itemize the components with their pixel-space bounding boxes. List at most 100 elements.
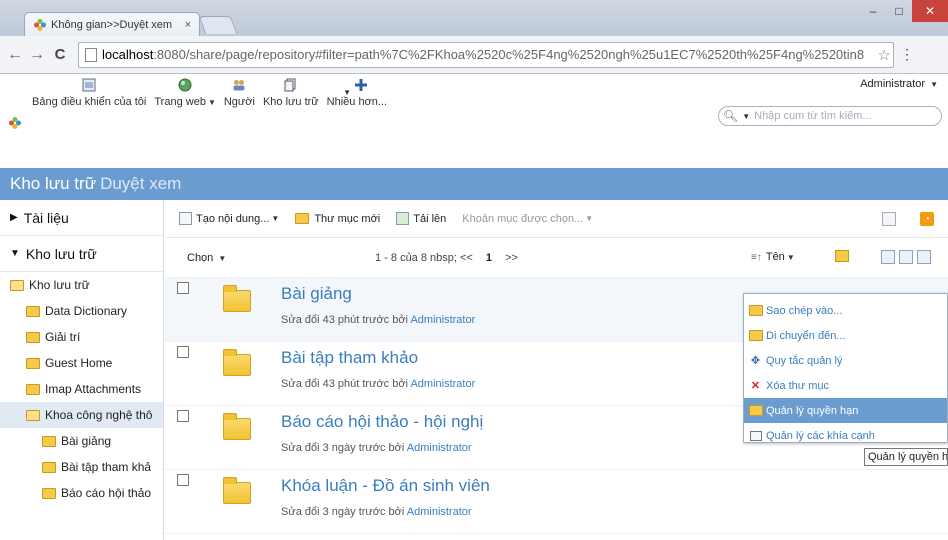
sidebar-section-repository[interactable]: ▼ Kho lưu trữ bbox=[0, 236, 163, 272]
plus-icon bbox=[354, 78, 368, 92]
tree-item-root[interactable]: Kho lưu trữ bbox=[0, 272, 163, 298]
menu-item-label: Quản lý quyền hạn bbox=[766, 404, 859, 417]
search-input[interactable]: Nhập cụm từ tìm kiếm... bbox=[754, 110, 871, 122]
close-window-button[interactable]: ✕ bbox=[912, 0, 948, 22]
row-checkbox[interactable] bbox=[177, 410, 189, 422]
delete-folder-icon: ✕ bbox=[750, 380, 761, 392]
search-box[interactable]: 🔍︎ ▼ Nhập cụm từ tìm kiếm... bbox=[718, 106, 942, 126]
tree-item[interactable]: Bài tập tham khả bbox=[0, 454, 163, 480]
nav-repository[interactable]: Kho lưu trữ bbox=[263, 78, 319, 108]
chevron-down-icon[interactable]: ▼ bbox=[742, 112, 750, 121]
menu-item-delete[interactable]: ✕ Xóa thư mục bbox=[744, 373, 947, 398]
paging-info[interactable]: 1 - 8 của 8 nbsp; << bbox=[375, 252, 473, 264]
new-tab-button[interactable] bbox=[198, 16, 238, 34]
tree-item[interactable]: Bài giảng bbox=[0, 428, 163, 454]
bookmark-star-icon[interactable]: ☆ bbox=[874, 45, 891, 64]
repository-icon bbox=[284, 78, 298, 92]
menu-item-rules[interactable]: ✥ Quy tắc quản lý bbox=[744, 348, 947, 373]
upload-button[interactable]: Tải lên bbox=[396, 212, 446, 225]
list-item[interactable]: Khóa luận - Đồ án sinh viên Sửa đổi 3 ng… bbox=[165, 470, 948, 534]
selected-items-button[interactable]: Khoản mục được chọn... ▼ bbox=[462, 213, 593, 225]
nav-more[interactable]: Nhiều hơn... ▼ bbox=[327, 78, 395, 108]
item-meta: Sửa đổi 3 ngày trước bởi Administrator bbox=[281, 506, 472, 518]
next-page-link[interactable]: >> bbox=[505, 252, 518, 264]
folder-icon bbox=[26, 305, 40, 317]
nav-sites[interactable]: Trang web ▼ bbox=[154, 78, 216, 108]
nav-sites-label: Trang web bbox=[154, 96, 206, 108]
folder-icon bbox=[42, 487, 56, 499]
folder-icon[interactable] bbox=[223, 477, 251, 504]
people-icon bbox=[232, 78, 246, 92]
item-name-link[interactable]: Bài giảng bbox=[281, 284, 352, 304]
folder-icon[interactable] bbox=[223, 413, 251, 440]
address-bar[interactable]: localhost:8080/share/page/repository#fil… bbox=[78, 41, 894, 68]
minimize-button[interactable]: – bbox=[860, 0, 886, 22]
menu-item-label: Xóa thư mục bbox=[766, 379, 830, 392]
back-arrow-icon[interactable]: ← bbox=[4, 46, 26, 64]
maximize-button[interactable]: □ bbox=[886, 0, 912, 22]
rss-feed-icon[interactable]: ◔ bbox=[920, 212, 934, 226]
tab-title: Không gian>>Duyệt xem bbox=[51, 18, 173, 31]
user-menu[interactable]: Administrator ▼ bbox=[860, 78, 938, 90]
folder-icon[interactable] bbox=[223, 349, 251, 376]
item-meta-text: Sửa đổi 43 phút trước bởi bbox=[281, 378, 408, 390]
tree-item[interactable]: Guest Home bbox=[0, 350, 163, 376]
alfresco-logo-icon[interactable] bbox=[8, 116, 22, 130]
tree-item[interactable]: Báo cáo hội thảo bbox=[0, 480, 163, 506]
modifier-link[interactable]: Administrator bbox=[407, 442, 472, 454]
section-label: Kho lưu trữ bbox=[25, 245, 97, 262]
browser-tab[interactable]: Không gian>>Duyệt xem × bbox=[24, 12, 200, 36]
sidebar-section-documents[interactable]: ▶ Tài liệu bbox=[0, 200, 163, 236]
select-menu[interactable]: Chọn ▼ bbox=[187, 252, 226, 264]
item-meta-text: Sửa đổi 3 ngày trước bởi bbox=[281, 442, 405, 454]
item-name-link[interactable]: Khóa luận - Đồ án sinh viên bbox=[281, 476, 490, 496]
row-checkbox[interactable] bbox=[177, 474, 189, 486]
folder-icon bbox=[42, 461, 56, 473]
current-page[interactable]: 1 bbox=[486, 252, 492, 264]
item-name-link[interactable]: Bài tập tham khảo bbox=[281, 348, 418, 368]
folder-icon[interactable] bbox=[223, 285, 251, 312]
modifier-link[interactable]: Administrator bbox=[410, 378, 475, 390]
new-folder-icon bbox=[295, 213, 310, 224]
modifier-link[interactable]: Administrator bbox=[410, 314, 475, 326]
hide-folders-icon[interactable] bbox=[882, 212, 896, 226]
nav-dashboard[interactable]: Bảng điều khiển của tôi bbox=[32, 78, 146, 108]
folder-up-icon[interactable] bbox=[835, 250, 849, 262]
folder-open-icon bbox=[26, 409, 40, 421]
row-checkbox[interactable] bbox=[177, 282, 189, 294]
app-header: Bảng điều khiển của tôi Trang web ▼ Người… bbox=[0, 74, 948, 158]
new-folder-button[interactable]: Thư mục mới bbox=[295, 213, 380, 225]
menu-item-move[interactable]: Di chuyển đến... bbox=[744, 323, 947, 348]
tab-close-icon[interactable]: × bbox=[185, 19, 191, 31]
move-icon bbox=[748, 329, 763, 342]
menu-item-permissions[interactable]: Quản lý quyền hạn bbox=[744, 398, 947, 423]
row-checkbox[interactable] bbox=[177, 346, 189, 358]
item-name-link[interactable]: Báo cáo hội thảo - hội nghị bbox=[281, 412, 483, 432]
gallery-view-icon[interactable] bbox=[917, 250, 931, 264]
menu-item-copy[interactable]: Sao chép vào... bbox=[744, 298, 947, 323]
tree-item-selected[interactable]: Khoa công nghệ thô bbox=[0, 402, 163, 428]
forward-arrow-icon[interactable]: → bbox=[26, 46, 48, 64]
tree-item[interactable]: Data Dictionary bbox=[0, 298, 163, 324]
folder-actions-menu: Sao chép vào... Di chuyển đến... ✥ Quy t… bbox=[743, 293, 948, 443]
folder-icon bbox=[26, 357, 40, 369]
simple-view-icon[interactable] bbox=[881, 250, 895, 264]
tree-item[interactable]: Imap Attachments bbox=[0, 376, 163, 402]
section-label: Tài liệu bbox=[23, 209, 69, 226]
folder-icon bbox=[42, 435, 56, 447]
modifier-link[interactable]: Administrator bbox=[407, 506, 472, 518]
sort-control[interactable]: ≡↑ Tên ▼ bbox=[751, 251, 795, 263]
page-subtitle: Duyệt xem bbox=[100, 174, 182, 193]
detailed-view-icon[interactable] bbox=[899, 250, 913, 264]
folder-icon bbox=[26, 331, 40, 343]
search-icon[interactable]: 🔍︎ bbox=[723, 109, 738, 123]
browser-menu-icon[interactable]: ⋮ bbox=[900, 46, 914, 63]
item-meta: Sửa đổi 3 ngày trước bởi Administrator bbox=[281, 442, 472, 454]
reload-icon[interactable]: C bbox=[48, 46, 72, 63]
select-label: Chọn bbox=[187, 251, 214, 264]
menu-item-aspects[interactable]: Quản lý các khía cạnh bbox=[744, 423, 947, 448]
url-host: localhost bbox=[102, 47, 154, 62]
create-content-button[interactable]: Tạo nội dung... ▼ bbox=[179, 212, 279, 225]
tree-item[interactable]: Giải trí bbox=[0, 324, 163, 350]
nav-people[interactable]: Người bbox=[224, 78, 255, 108]
